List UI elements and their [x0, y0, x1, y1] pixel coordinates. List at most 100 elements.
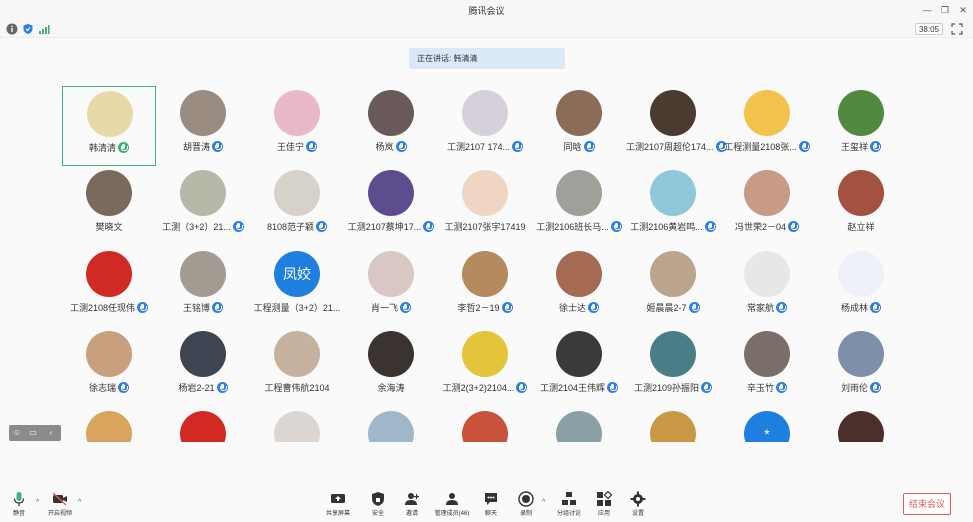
settings-button[interactable]: 设置	[616, 491, 660, 521]
participant-name: 徐志瑞	[88, 382, 116, 393]
participant-tile[interactable]	[156, 407, 250, 442]
participant-tile[interactable]: 工程测量2108张...	[720, 86, 814, 166]
participant-avatar	[86, 330, 132, 377]
video-button[interactable]: 开启视频	[38, 491, 82, 521]
participant-tile[interactable]: 王玺祥	[814, 86, 908, 166]
participant-name: 王佳宁	[276, 142, 304, 152]
end-meeting-button[interactable]: 结束会议	[903, 493, 951, 515]
title-bar: 腾讯会议 — ❐ ✕	[0, 0, 973, 20]
participant-tile[interactable]: 李哲2－19	[438, 247, 532, 327]
participant-tile[interactable]: 冯世荣2－04	[720, 166, 814, 246]
participant-tile[interactable]: 工测2106班长马...	[532, 166, 626, 246]
microphone-icon	[701, 381, 713, 393]
microphone-icon	[583, 141, 595, 152]
participant-tile[interactable]: 工测（3+2）21...	[156, 166, 250, 246]
settings-label: 设置	[631, 511, 644, 517]
record-button[interactable]: 录制	[504, 491, 548, 521]
microphone-icon	[588, 301, 599, 313]
participant-tile[interactable]: 杨岚	[344, 86, 438, 166]
participant-tile[interactable]: 徐志瑞	[62, 327, 156, 407]
participant-avatar	[650, 170, 696, 217]
participant-tile[interactable]: 常家航	[720, 247, 814, 327]
microphone-icon	[870, 301, 881, 313]
participant-tile[interactable]: 工测2(3+2)2104...	[438, 327, 532, 407]
participant-tile[interactable]: 工测2107周超伦174...	[626, 86, 727, 166]
participant-tile[interactable]: 姬晨晨2-7	[626, 247, 720, 327]
participant-tile[interactable]: 刘雨伦	[814, 327, 908, 407]
participant-tile[interactable]: *	[720, 407, 814, 442]
participant-name-row: 王佳宁	[250, 140, 344, 153]
participant-name-row: 杨岩2-21	[156, 381, 250, 394]
participant-tile[interactable]: 8108范子颖	[250, 166, 344, 246]
close-icon[interactable]: ✕	[955, 2, 971, 18]
participant-avatar	[86, 250, 132, 297]
participant-tile[interactable]: 凤姣 工程测量（3+2）21...	[250, 247, 344, 327]
restore-icon[interactable]: ❐	[937, 2, 953, 18]
participant-tile[interactable]	[626, 407, 720, 442]
breakout-icon	[562, 492, 576, 505]
participant-tile[interactable]: 余海涛	[344, 327, 438, 407]
participant-avatar	[650, 250, 696, 297]
participant-tile[interactable]: 辛玉竹	[720, 327, 814, 407]
minimize-icon[interactable]: —	[919, 2, 935, 18]
participant-avatar	[838, 170, 884, 217]
manage-members-button[interactable]: 管理成员(46)	[430, 491, 474, 521]
participant-tile[interactable]: 杨成林	[814, 247, 908, 327]
participant-tile[interactable]: 王佳宁	[250, 86, 344, 166]
participant-name: 李哲2－19	[457, 302, 500, 313]
participant-name: 常家航	[746, 302, 774, 313]
microphone-icon	[216, 381, 228, 393]
participant-avatar	[274, 90, 320, 136]
participant-tile[interactable]: 同晗	[532, 86, 626, 166]
members-icon	[446, 493, 458, 505]
participant-tile[interactable]: 赵立祥	[814, 166, 908, 246]
participant-tile[interactable]: 工测2107蔡坤17...	[344, 166, 438, 246]
chat-bubble-icon[interactable]: ▭	[27, 427, 39, 439]
video-options-caret[interactable]: ^	[78, 499, 81, 506]
microphone-icon	[870, 141, 881, 152]
participant-avatar	[462, 250, 508, 297]
participant-tile[interactable]: 工测2109孙振阳	[626, 327, 720, 407]
participant-tile[interactable]: 工程曹伟航2104	[250, 327, 344, 407]
participant-name-row: 樊晓文	[62, 220, 156, 233]
participant-name: 工测（3+2）21...	[162, 222, 231, 233]
participant-tile[interactable]	[532, 407, 626, 442]
participant-name-row: 工测2107张宇17419	[438, 220, 532, 233]
participant-name-row: 8108范子颖	[250, 220, 344, 233]
participant-name-row: 工测（3+2）21...	[156, 220, 250, 233]
mute-button[interactable]: 静音	[0, 491, 41, 521]
participant-tile[interactable]	[344, 407, 438, 442]
share-screen-button[interactable]: 共享屏幕	[316, 491, 360, 521]
collapse-icon[interactable]: ‹	[45, 427, 57, 439]
participant-tile[interactable]: 韩清清	[62, 86, 156, 166]
participant-avatar	[556, 411, 602, 442]
participant-tile[interactable]: 工测2108任现伟	[62, 247, 156, 327]
participant-avatar	[650, 330, 696, 377]
record-label: 录制	[519, 511, 532, 517]
invite-button[interactable]: 邀请	[390, 491, 434, 521]
participant-name: 工测2107周超伦174...	[626, 142, 714, 152]
participant-tile[interactable]: 王铭博	[156, 247, 250, 327]
participant-tile[interactable]: 工测2107 174...	[438, 86, 532, 166]
info-icon[interactable]	[6, 23, 18, 35]
record-options-caret[interactable]: ^	[542, 499, 545, 506]
participant-name: 赵立祥	[847, 222, 875, 233]
participant-tile[interactable]: 樊晓文	[62, 166, 156, 246]
participant-tile[interactable]: 杨岩2-21	[156, 327, 250, 407]
microphone-icon	[118, 381, 129, 393]
participant-avatar	[180, 250, 226, 297]
participant-tile[interactable]	[250, 407, 344, 442]
shield-icon[interactable]	[22, 23, 34, 35]
participant-tile[interactable]: 胡晋涛	[156, 86, 250, 166]
participant-tile[interactable]: 工测2104王伟辉	[532, 327, 626, 407]
fullscreen-icon[interactable]	[951, 23, 963, 35]
participant-tile[interactable]: 徐士达	[532, 247, 626, 327]
signal-icon[interactable]	[38, 23, 50, 35]
participant-tile[interactable]: 工测2107张宇17419	[438, 166, 532, 246]
emoji-icon[interactable]: ☺	[11, 427, 23, 439]
participant-tile[interactable]: 肖一飞	[344, 247, 438, 327]
participant-tile[interactable]	[62, 407, 156, 442]
participant-tile[interactable]	[814, 407, 908, 442]
participant-tile[interactable]: 工测2106黄岩鸣...	[626, 166, 720, 246]
participant-tile[interactable]	[438, 407, 532, 442]
